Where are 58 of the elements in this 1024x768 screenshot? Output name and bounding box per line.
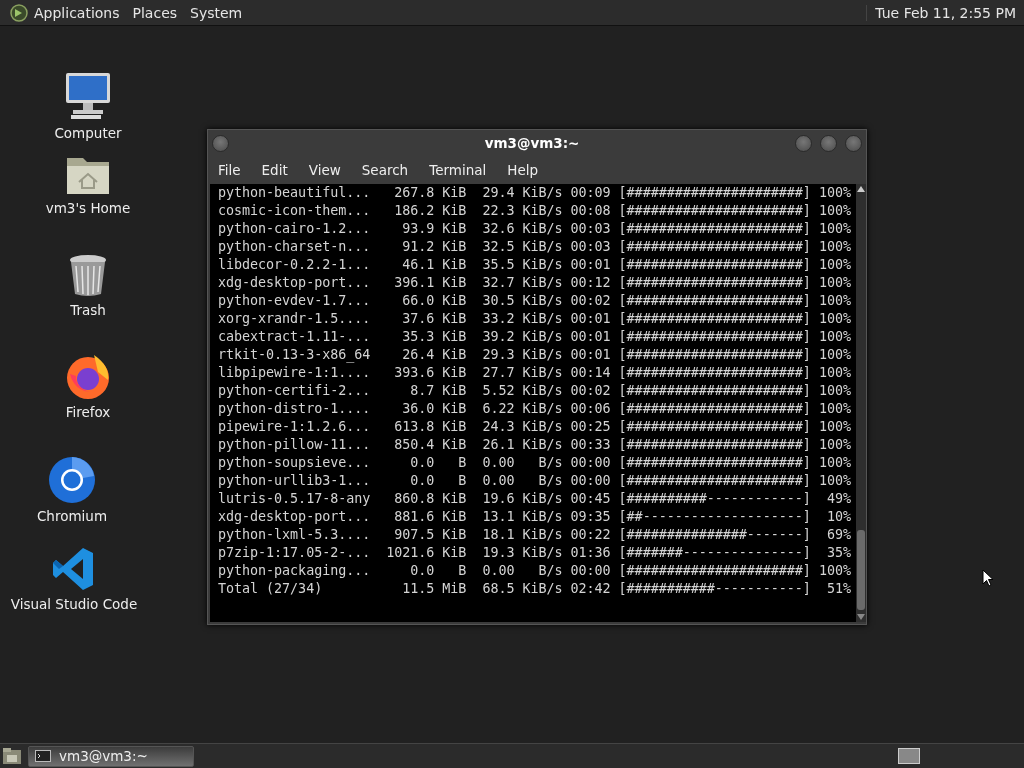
close-button[interactable] bbox=[845, 134, 862, 152]
maximize-button[interactable] bbox=[820, 134, 837, 152]
terminal-line: python-beautiful... 267.8 KiB 29.4 KiB/s 00:09 [######################] 100% bbox=[218, 184, 852, 202]
terminal-line: python-charset-n... 91.2 KiB 32.5 KiB/s 00:03 [######################] 100% bbox=[218, 238, 852, 256]
terminal-line: libdecor-0.2.2-1... 46.1 KiB 35.5 KiB/s 00:01 [######################] 100% bbox=[218, 256, 852, 274]
trash-icon[interactable] bbox=[68, 254, 108, 298]
terminal-line: xdg-desktop-port... 396.1 KiB 32.7 KiB/s 00:12 [######################] 100% bbox=[218, 274, 852, 292]
scroll-down-arrow-icon[interactable] bbox=[857, 614, 865, 620]
minimize-button[interactable] bbox=[795, 134, 812, 152]
terminal-line: xdg-desktop-port... 881.6 KiB 13.1 KiB/s 09:35 [##--------------------] 10% bbox=[218, 508, 852, 526]
scrollbar[interactable] bbox=[856, 184, 866, 622]
terminal-line: pipewire-1:1.2.6... 613.8 KiB 24.3 KiB/s 00:25 [######################] 100% bbox=[218, 418, 852, 436]
terminal-line: libpipewire-1:1.... 393.6 KiB 27.7 KiB/s 00:14 [######################] 100% bbox=[218, 364, 852, 382]
show-desktop-icon[interactable] bbox=[2, 747, 22, 765]
terminal-line: Total (27/34) 11.5 MiB 68.5 KiB/s 02:42 [###########-----------] 51% bbox=[218, 580, 852, 598]
terminal-line: python-lxml-5.3.... 907.5 KiB 18.1 KiB/s 00:22 [###############-------] 69% bbox=[218, 526, 852, 544]
terminal-line: python-packaging... 0.0 B 0.00 B/s 00:00 [######################] 100% bbox=[218, 562, 852, 580]
desktop-icon-label[interactable]: Computer bbox=[54, 125, 122, 141]
mouse-pointer-icon bbox=[982, 569, 994, 587]
panel-menu[interactable]: Places bbox=[132, 3, 178, 22]
menu-item[interactable]: File bbox=[218, 160, 241, 180]
terminal-line: rtkit-0.13-3-x86_64 26.4 KiB 29.3 KiB/s 00:01 [######################] 100% bbox=[218, 346, 852, 364]
desktop-icon-label[interactable]: Chromium bbox=[36, 508, 108, 524]
terminal-line: python-distro-1.... 36.0 KiB 6.22 KiB/s 00:06 [######################] 100% bbox=[218, 400, 852, 418]
terminal-line: python-cairo-1.2... 93.9 KiB 32.6 KiB/s 00:03 [######################] 100% bbox=[218, 220, 852, 238]
scroll-up-arrow-icon[interactable] bbox=[857, 186, 865, 192]
window-title: vm3@vm3:~ bbox=[483, 135, 581, 151]
terminal-line: lutris-0.5.17-8-any 860.8 KiB 19.6 KiB/s 00:45 [##########------------] 49% bbox=[218, 490, 852, 508]
panel-menu[interactable]: Applications bbox=[34, 3, 120, 22]
menu-item[interactable]: Terminal bbox=[429, 160, 487, 180]
computer-icon[interactable] bbox=[63, 71, 113, 121]
terminal-line: xorg-xrandr-1.5.... 37.6 KiB 33.2 KiB/s 00:01 [######################] 100% bbox=[218, 310, 852, 328]
terminal-line: p7zip-1:17.05-2-... 1021.6 KiB 19.3 KiB/s 01:36 [#######---------------] 35% bbox=[218, 544, 852, 562]
terminal-line: python-evdev-1.7... 66.0 KiB 30.5 KiB/s 00:02 [######################] 100% bbox=[218, 292, 852, 310]
terminal-icon bbox=[35, 750, 51, 762]
menu-item[interactable]: View bbox=[308, 160, 341, 180]
desktop-icon-label[interactable]: Firefox bbox=[65, 404, 111, 420]
window-menu-button[interactable] bbox=[212, 134, 229, 152]
taskbar-window-button[interactable]: vm3@vm3:~ bbox=[28, 745, 194, 767]
terminal-line: python-certifi-2... 8.7 KiB 5.52 KiB/s 00:02 [######################] 100% bbox=[218, 382, 852, 400]
terminal-line: cabextract-1.11-... 35.3 KiB 39.2 KiB/s 00:01 [######################] 100% bbox=[218, 328, 852, 346]
menu-item[interactable]: Search bbox=[361, 160, 409, 180]
chromium-icon[interactable] bbox=[48, 456, 96, 504]
desktop-icon-label[interactable]: Trash bbox=[70, 302, 106, 318]
terminal-line: cosmic-icon-them... 186.2 KiB 22.3 KiB/s 00:08 [######################] 100% bbox=[218, 202, 852, 220]
terminal-line: python-urllib3-1... 0.0 B 0.00 B/s 00:00 [######################] 100% bbox=[218, 472, 852, 490]
desktop-icon-label[interactable]: vm3's Home bbox=[45, 200, 131, 216]
menu-item[interactable]: Help bbox=[507, 160, 539, 180]
terminal-line: python-soupsieve... 0.0 B 0.00 B/s 00:00 [######################] 100% bbox=[218, 454, 852, 472]
scroll-thumb[interactable] bbox=[857, 530, 865, 610]
desktop-icon-label[interactable]: Visual Studio Code bbox=[10, 596, 138, 612]
panel-menu[interactable]: System bbox=[190, 3, 243, 22]
distro-logo-icon[interactable] bbox=[9, 2, 29, 23]
menu-item[interactable]: Edit bbox=[261, 160, 288, 180]
terminal-line: python-pillow-11... 850.4 KiB 26.1 KiB/s 00:33 [######################] 100% bbox=[218, 436, 852, 454]
workspace-switcher[interactable] bbox=[898, 748, 920, 764]
firefox-icon[interactable] bbox=[64, 352, 112, 400]
clock[interactable]: Tue Feb 11, 2:55 PM bbox=[866, 4, 1016, 21]
